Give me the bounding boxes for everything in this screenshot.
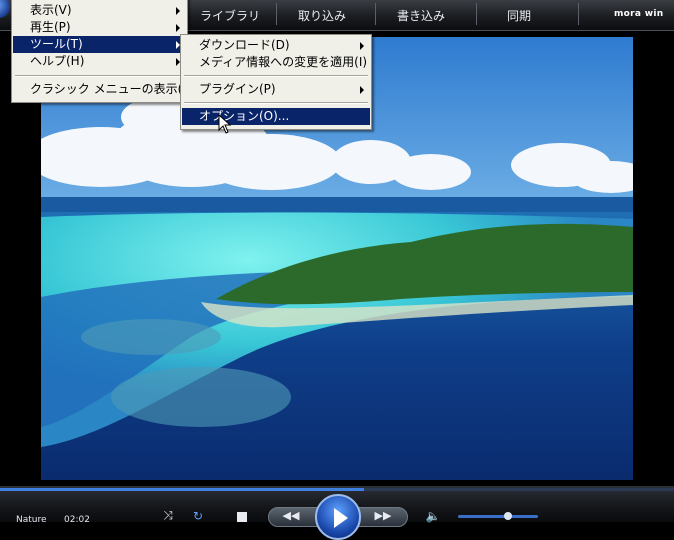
menu-item-download[interactable]: ダウンロード(D)	[182, 37, 370, 54]
submenu-arrow-icon	[360, 86, 364, 94]
menu-separator	[184, 102, 368, 104]
menu-item-classic-menus[interactable]: クラシック メニューの表示(S)	[13, 81, 195, 98]
menu-item-play[interactable]: 再生(P)	[13, 19, 186, 36]
volume-slider-knob[interactable]	[503, 512, 512, 520]
menu-item-help[interactable]: ヘルプ(H)	[13, 53, 186, 70]
tab-burn[interactable]: 書き込み	[397, 7, 445, 24]
menu-item-tools[interactable]: ツール(T)	[13, 36, 186, 53]
mora-win-brand[interactable]: mora win	[614, 9, 663, 19]
mouse-cursor-icon	[218, 114, 232, 134]
tools-submenu: ダウンロード(D) メディア情報への変更を適用(I) プラグイン(P) オプショ…	[180, 34, 372, 130]
menu-item-options[interactable]: オプション(O)...	[182, 108, 370, 125]
play-button[interactable]	[315, 494, 361, 540]
volume-slider[interactable]	[458, 512, 538, 520]
next-icon[interactable]: ▶▶	[372, 509, 394, 522]
seek-bar-fill	[0, 488, 364, 491]
submenu-arrow-icon	[176, 7, 180, 15]
tab-separator	[375, 3, 376, 25]
seek-bar[interactable]	[0, 488, 674, 491]
play-icon	[334, 508, 348, 528]
tab-separator	[276, 3, 277, 25]
main-menu: 表示(V) 再生(P) ツール(T) ヘルプ(H) クラシック メニューの表示(…	[11, 0, 195, 103]
stop-icon[interactable]	[237, 512, 247, 522]
tab-separator	[578, 3, 579, 25]
tab-rip[interactable]: 取り込み	[298, 7, 346, 24]
tab-separator	[476, 3, 477, 25]
volume-icon[interactable]: 🔈	[424, 509, 442, 523]
shuffle-icon[interactable]: ⤨	[160, 508, 176, 522]
tab-sync[interactable]: 同期	[507, 7, 531, 24]
repeat-icon[interactable]: ↻	[190, 509, 206, 523]
tab-library[interactable]: ライブラリ	[200, 7, 260, 24]
submenu-arrow-icon	[176, 24, 180, 32]
menu-item-plugins[interactable]: プラグイン(P)	[182, 81, 370, 98]
menu-item-apply-media-info[interactable]: メディア情報への変更を適用(I)	[182, 54, 370, 71]
previous-icon[interactable]: ◀◀	[280, 509, 302, 522]
menu-separator	[15, 75, 184, 77]
menu-separator	[184, 75, 368, 77]
wmp-logo-icon[interactable]	[0, 0, 10, 18]
submenu-arrow-icon	[360, 42, 364, 50]
elapsed-time: 02:02	[64, 515, 90, 525]
track-title: Nature	[16, 515, 47, 525]
menu-item-view[interactable]: 表示(V)	[13, 2, 186, 19]
